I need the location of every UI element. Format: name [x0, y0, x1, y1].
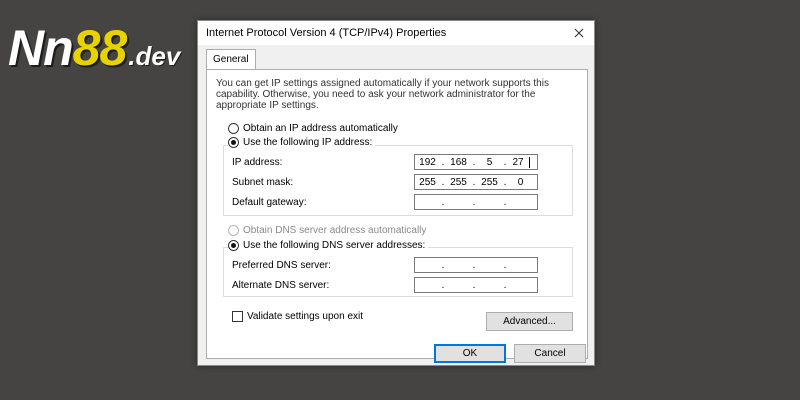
ok-button[interactable]: OK [434, 344, 506, 363]
logo-text-88: 88 [72, 20, 128, 76]
title-bar: Internet Protocol Version 4 (TCP/IPv4) P… [198, 21, 594, 45]
dot-separator: . [503, 279, 507, 291]
preferred-dns-input[interactable]: . . . [414, 257, 538, 273]
ip-octet-1: 192 [419, 156, 436, 168]
subnet-octet-2: 255 [450, 176, 467, 188]
radio-ip-manual-button[interactable] [228, 137, 239, 148]
validate-checkbox-label: Validate settings upon exit [247, 311, 364, 322]
radio-dns-manual[interactable]: Use the following DNS server addresses: [228, 240, 429, 251]
dot-separator: . [441, 196, 445, 208]
general-panel: You can get IP settings assigned automat… [206, 69, 588, 359]
dot-separator: . [472, 279, 476, 291]
intro-text: You can get IP settings assigned automat… [216, 78, 549, 111]
radio-ip-auto[interactable]: Obtain an IP address automatically [228, 123, 398, 134]
dot-separator: . [503, 259, 507, 271]
radio-dns-manual-label: Use the following DNS server addresses: [243, 240, 426, 251]
ipv4-properties-dialog: Internet Protocol Version 4 (TCP/IPv4) P… [197, 20, 595, 366]
ip-octet-2: 168 [450, 156, 467, 168]
validate-checkbox-box[interactable] [232, 311, 243, 322]
default-gateway-label: Default gateway: [232, 197, 307, 208]
dot-separator: . [472, 196, 476, 208]
validate-settings-checkbox[interactable]: Validate settings upon exit [232, 311, 363, 322]
logo-text-nn: Nn [8, 20, 74, 76]
radio-dns-auto-button[interactable] [228, 225, 239, 236]
ip-octet-3: 5 [486, 156, 493, 168]
ip-octet-4: 27 [512, 156, 524, 168]
dot-separator: . [472, 259, 476, 271]
dot-separator: . [441, 279, 445, 291]
text-caret [529, 156, 530, 168]
radio-dns-manual-button[interactable] [228, 240, 239, 251]
radio-dns-auto-label: Obtain DNS server address automatically [243, 225, 427, 236]
subnet-mask-input[interactable]: 255. 255. 255. 0 [414, 174, 538, 190]
window-title: Internet Protocol Version 4 (TCP/IPv4) P… [206, 27, 447, 39]
cancel-button[interactable]: Cancel [514, 344, 586, 363]
default-gateway-input[interactable]: . . . [414, 194, 538, 210]
close-button[interactable] [564, 21, 594, 45]
radio-ip-auto-button[interactable] [228, 123, 239, 134]
logo-text-dev: .dev [128, 41, 181, 71]
dot-separator: . [503, 196, 507, 208]
close-icon [574, 28, 584, 38]
logo: Nn 88 .dev [8, 18, 180, 78]
dot-separator: . [441, 259, 445, 271]
subnet-mask-label: Subnet mask: [232, 177, 294, 188]
radio-ip-manual[interactable]: Use the following IP address: [228, 137, 376, 148]
advanced-button[interactable]: Advanced... [486, 312, 573, 331]
radio-dns-auto[interactable]: Obtain DNS server address automatically [228, 225, 426, 236]
tab-general[interactable]: General [206, 49, 256, 70]
subnet-octet-1: 255 [419, 176, 436, 188]
alternate-dns-label: Alternate DNS server: [232, 280, 330, 291]
radio-ip-auto-label: Obtain an IP address automatically [243, 123, 398, 134]
ip-address-label: IP address: [232, 157, 283, 168]
subnet-octet-3: 255 [481, 176, 498, 188]
subnet-octet-4: 0 [517, 176, 524, 188]
ip-address-input[interactable]: 192. 168. 5. 27 [414, 154, 538, 170]
preferred-dns-label: Preferred DNS server: [232, 260, 331, 271]
radio-ip-manual-label: Use the following IP address: [243, 137, 373, 148]
alternate-dns-input[interactable]: . . . [414, 277, 538, 293]
